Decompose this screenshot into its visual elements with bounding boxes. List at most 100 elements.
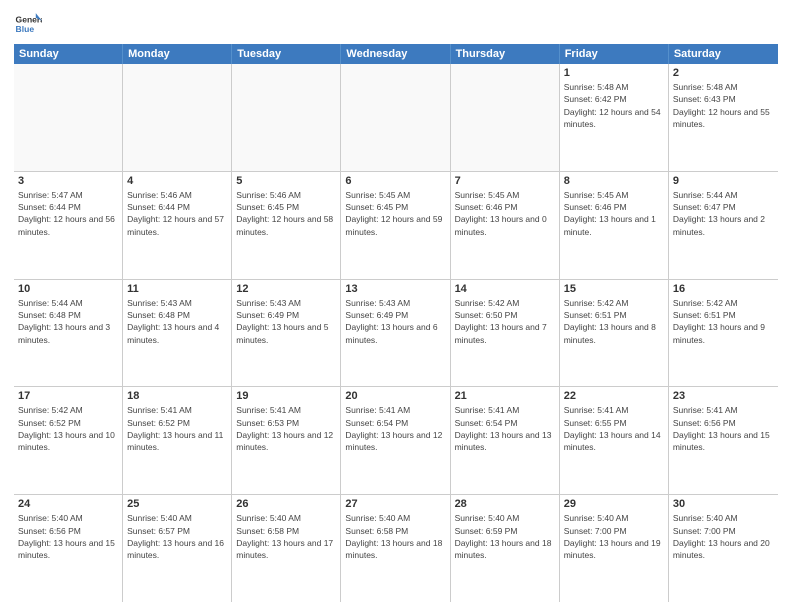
day-info: Sunrise: 5:46 AM Sunset: 6:45 PM Dayligh… — [236, 189, 336, 238]
day-number: 29 — [564, 498, 664, 510]
day-number: 11 — [127, 283, 227, 295]
day-info: Sunrise: 5:42 AM Sunset: 6:52 PM Dayligh… — [18, 404, 118, 453]
calendar-cell-5-4: 27 Sunrise: 5:40 AM Sunset: 6:58 PM Dayli… — [341, 495, 450, 602]
day-number: 12 — [236, 283, 336, 295]
day-info: Sunrise: 5:48 AM Sunset: 6:43 PM Dayligh… — [673, 81, 774, 130]
page: General Blue SundayMondayTuesdayWednesda… — [0, 0, 792, 612]
calendar-cell-1-5 — [451, 64, 560, 171]
day-number: 13 — [345, 283, 445, 295]
calendar-body: 1 Sunrise: 5:48 AM Sunset: 6:42 PM Daylig… — [14, 64, 778, 602]
calendar-row-2: 3 Sunrise: 5:47 AM Sunset: 6:44 PM Daylig… — [14, 172, 778, 280]
calendar-cell-2-1: 3 Sunrise: 5:47 AM Sunset: 6:44 PM Daylig… — [14, 172, 123, 279]
day-info: Sunrise: 5:43 AM Sunset: 6:49 PM Dayligh… — [345, 297, 445, 346]
day-number: 20 — [345, 390, 445, 402]
calendar-cell-2-7: 9 Sunrise: 5:44 AM Sunset: 6:47 PM Daylig… — [669, 172, 778, 279]
day-number: 4 — [127, 175, 227, 187]
header-day-thursday: Thursday — [451, 44, 560, 64]
day-info: Sunrise: 5:42 AM Sunset: 6:51 PM Dayligh… — [673, 297, 774, 346]
day-number: 8 — [564, 175, 664, 187]
day-info: Sunrise: 5:40 AM Sunset: 6:58 PM Dayligh… — [236, 512, 336, 561]
day-number: 10 — [18, 283, 118, 295]
calendar-cell-4-7: 23Sunrise: 5:41 AM Sunset: 6:56 PM Dayli… — [669, 387, 778, 494]
day-info: Sunrise: 5:48 AM Sunset: 6:42 PM Dayligh… — [564, 81, 664, 130]
calendar: SundayMondayTuesdayWednesdayThursdayFrid… — [14, 44, 778, 602]
calendar-cell-1-7: 2 Sunrise: 5:48 AM Sunset: 6:43 PM Daylig… — [669, 64, 778, 171]
day-info: Sunrise: 5:42 AM Sunset: 6:51 PM Dayligh… — [564, 297, 664, 346]
day-number: 9 — [673, 175, 774, 187]
day-number: 3 — [18, 175, 118, 187]
day-number: 28 — [455, 498, 555, 510]
day-info: Sunrise: 5:46 AM Sunset: 6:44 PM Dayligh… — [127, 189, 227, 238]
calendar-cell-5-1: 24Sunrise: 5:40 AM Sunset: 6:56 PM Dayli… — [14, 495, 123, 602]
day-info: Sunrise: 5:41 AM Sunset: 6:55 PM Dayligh… — [564, 404, 664, 453]
calendar-row-3: 10 Sunrise: 5:44 AM Sunset: 6:48 PM Dayli… — [14, 280, 778, 388]
day-number: 30 — [673, 498, 774, 510]
calendar-cell-4-3: 19 Sunrise: 5:41 AM Sunset: 6:53 PM Dayli… — [232, 387, 341, 494]
calendar-cell-5-5: 28Sunrise: 5:40 AM Sunset: 6:59 PM Dayli… — [451, 495, 560, 602]
day-number: 14 — [455, 283, 555, 295]
calendar-cell-2-3: 5 Sunrise: 5:46 AM Sunset: 6:45 PM Daylig… — [232, 172, 341, 279]
day-info: Sunrise: 5:47 AM Sunset: 6:44 PM Dayligh… — [18, 189, 118, 238]
day-number: 5 — [236, 175, 336, 187]
calendar-cell-1-2 — [123, 64, 232, 171]
svg-text:Blue: Blue — [16, 24, 35, 34]
day-info: Sunrise: 5:41 AM Sunset: 6:54 PM Dayligh… — [455, 404, 555, 453]
day-number: 19 — [236, 390, 336, 402]
day-number: 17 — [18, 390, 118, 402]
calendar-row-1: 1 Sunrise: 5:48 AM Sunset: 6:42 PM Daylig… — [14, 64, 778, 172]
day-number: 21 — [455, 390, 555, 402]
calendar-cell-3-6: 15 Sunrise: 5:42 AM Sunset: 6:51 PM Dayli… — [560, 280, 669, 387]
day-number: 16 — [673, 283, 774, 295]
header-day-wednesday: Wednesday — [341, 44, 450, 64]
header-day-friday: Friday — [560, 44, 669, 64]
logo-icon: General Blue — [14, 10, 42, 38]
calendar-cell-4-4: 20 Sunrise: 5:41 AM Sunset: 6:54 PM Dayli… — [341, 387, 450, 494]
day-info: Sunrise: 5:42 AM Sunset: 6:50 PM Dayligh… — [455, 297, 555, 346]
day-info: Sunrise: 5:41 AM Sunset: 6:52 PM Dayligh… — [127, 404, 227, 453]
day-info: Sunrise: 5:45 AM Sunset: 6:46 PM Dayligh… — [455, 189, 555, 238]
day-number: 2 — [673, 67, 774, 79]
header-day-sunday: Sunday — [14, 44, 123, 64]
day-number: 6 — [345, 175, 445, 187]
calendar-cell-3-4: 13 Sunrise: 5:43 AM Sunset: 6:49 PM Dayli… — [341, 280, 450, 387]
calendar-cell-4-6: 22 Sunrise: 5:41 AM Sunset: 6:55 PM Dayli… — [560, 387, 669, 494]
calendar-cell-5-3: 26 Sunrise: 5:40 AM Sunset: 6:58 PM Dayli… — [232, 495, 341, 602]
day-info: Sunrise: 5:40 AM Sunset: 7:00 PM Dayligh… — [564, 512, 664, 561]
header-day-tuesday: Tuesday — [232, 44, 341, 64]
calendar-cell-3-1: 10 Sunrise: 5:44 AM Sunset: 6:48 PM Dayli… — [14, 280, 123, 387]
calendar-cell-3-5: 14 Sunrise: 5:42 AM Sunset: 6:50 PM Dayli… — [451, 280, 560, 387]
calendar-row-5: 24Sunrise: 5:40 AM Sunset: 6:56 PM Dayli… — [14, 495, 778, 602]
day-number: 25 — [127, 498, 227, 510]
calendar-cell-3-3: 12Sunrise: 5:43 AM Sunset: 6:49 PM Dayli… — [232, 280, 341, 387]
calendar-cell-4-5: 21 Sunrise: 5:41 AM Sunset: 6:54 PM Dayli… — [451, 387, 560, 494]
day-number: 26 — [236, 498, 336, 510]
day-info: Sunrise: 5:44 AM Sunset: 6:47 PM Dayligh… — [673, 189, 774, 238]
day-info: Sunrise: 5:40 AM Sunset: 6:58 PM Dayligh… — [345, 512, 445, 561]
calendar-cell-1-4 — [341, 64, 450, 171]
calendar-cell-2-6: 8 Sunrise: 5:45 AM Sunset: 6:46 PM Daylig… — [560, 172, 669, 279]
calendar-cell-1-1 — [14, 64, 123, 171]
day-info: Sunrise: 5:41 AM Sunset: 6:53 PM Dayligh… — [236, 404, 336, 453]
header-day-monday: Monday — [123, 44, 232, 64]
day-number: 27 — [345, 498, 445, 510]
calendar-cell-5-2: 25 Sunrise: 5:40 AM Sunset: 6:57 PM Dayli… — [123, 495, 232, 602]
day-info: Sunrise: 5:45 AM Sunset: 6:46 PM Dayligh… — [564, 189, 664, 238]
calendar-cell-2-2: 4 Sunrise: 5:46 AM Sunset: 6:44 PM Daylig… — [123, 172, 232, 279]
calendar-cell-5-7: 30Sunrise: 5:40 AM Sunset: 7:00 PM Dayli… — [669, 495, 778, 602]
day-number: 15 — [564, 283, 664, 295]
day-number: 22 — [564, 390, 664, 402]
day-info: Sunrise: 5:45 AM Sunset: 6:45 PM Dayligh… — [345, 189, 445, 238]
logo: General Blue — [14, 10, 42, 38]
calendar-cell-3-2: 11Sunrise: 5:43 AM Sunset: 6:48 PM Dayli… — [123, 280, 232, 387]
calendar-cell-5-6: 29 Sunrise: 5:40 AM Sunset: 7:00 PM Dayli… — [560, 495, 669, 602]
day-number: 18 — [127, 390, 227, 402]
day-number: 7 — [455, 175, 555, 187]
day-info: Sunrise: 5:44 AM Sunset: 6:48 PM Dayligh… — [18, 297, 118, 346]
day-info: Sunrise: 5:40 AM Sunset: 6:57 PM Dayligh… — [127, 512, 227, 561]
day-number: 1 — [564, 67, 664, 79]
calendar-cell-1-3 — [232, 64, 341, 171]
calendar-cell-4-1: 17 Sunrise: 5:42 AM Sunset: 6:52 PM Dayli… — [14, 387, 123, 494]
calendar-cell-1-6: 1 Sunrise: 5:48 AM Sunset: 6:42 PM Daylig… — [560, 64, 669, 171]
calendar-row-4: 17 Sunrise: 5:42 AM Sunset: 6:52 PM Dayli… — [14, 387, 778, 495]
day-info: Sunrise: 5:41 AM Sunset: 6:54 PM Dayligh… — [345, 404, 445, 453]
